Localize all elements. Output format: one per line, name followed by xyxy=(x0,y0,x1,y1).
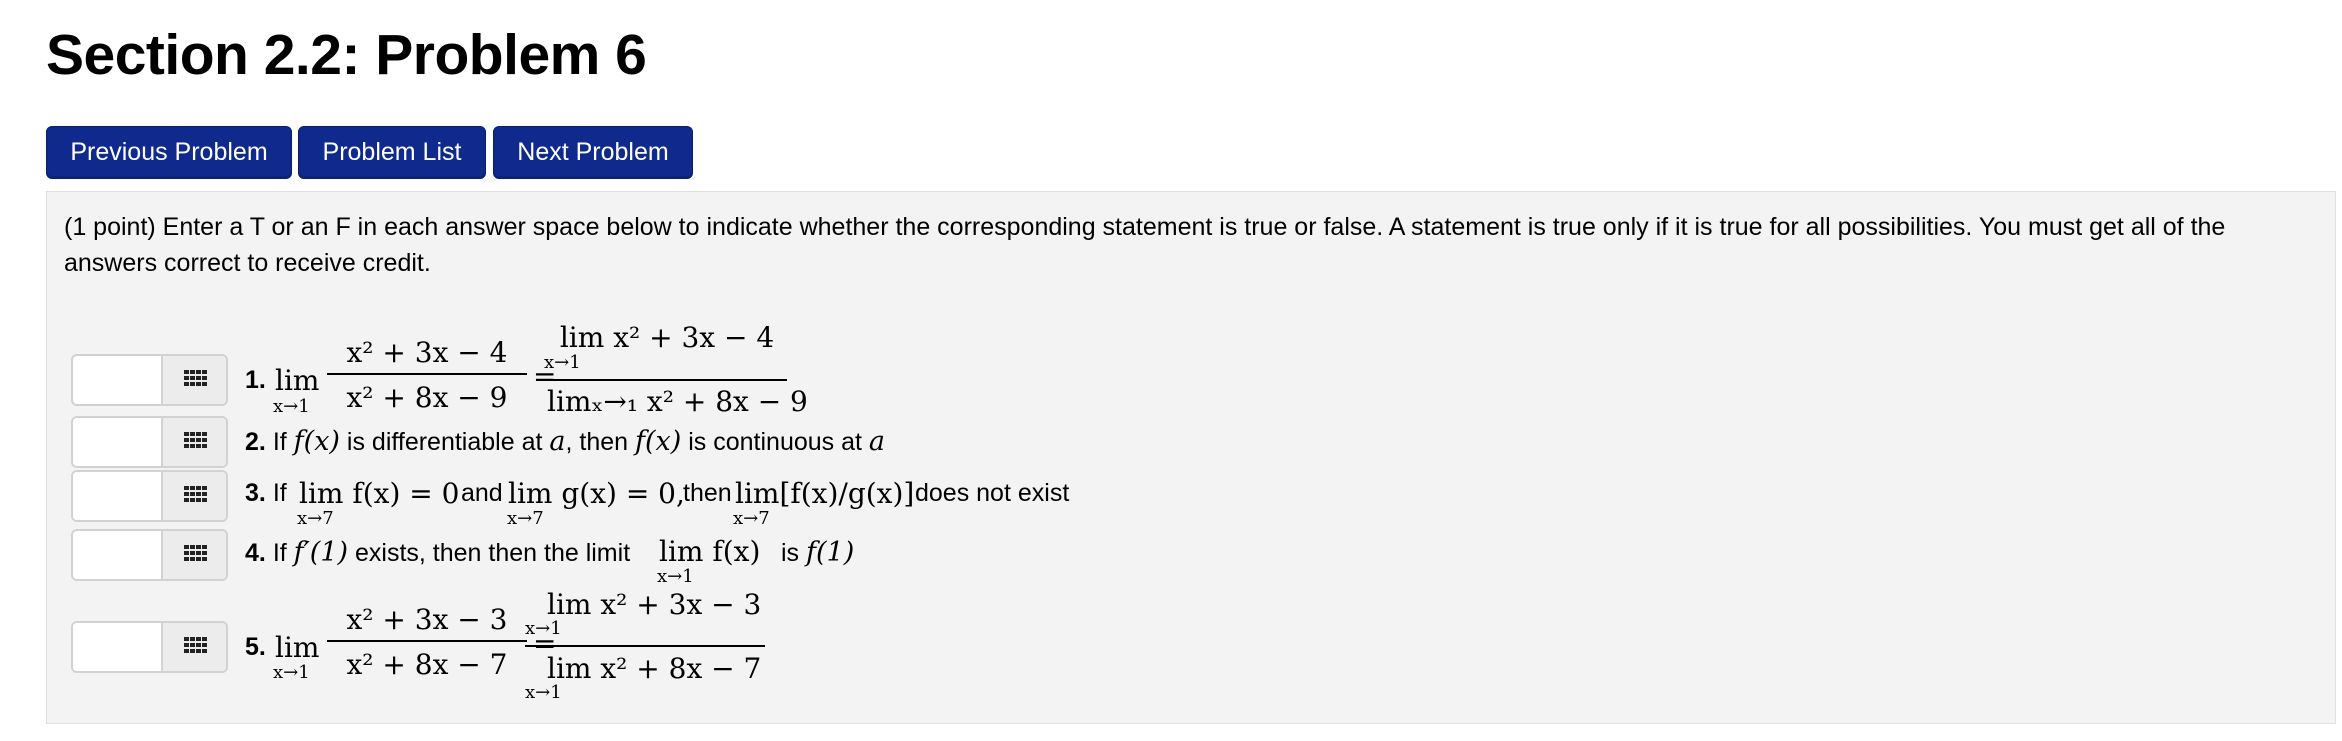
statement-text: is continuous at xyxy=(688,428,862,456)
grid-icon xyxy=(184,432,207,448)
rhs-limit-subscript: x→1 xyxy=(525,618,562,639)
answer-box-2 xyxy=(71,416,228,468)
statement-number: 4. xyxy=(245,539,266,567)
next-problem-button[interactable]: Next Problem xyxy=(493,126,693,179)
limit-expression-2: lim g(x) = 0, xyxy=(508,477,685,510)
fraction-bar xyxy=(327,373,527,375)
limit-subscript: x→1 xyxy=(657,566,694,587)
grid-icon xyxy=(184,637,207,653)
rhs-fraction-bar xyxy=(525,645,765,647)
rhs-denominator: lim x² + 8x − 7 xyxy=(547,652,761,685)
problem-list-button[interactable]: Problem List xyxy=(298,126,486,179)
statement-number: 2. xyxy=(245,428,266,456)
limit-subscript: x→1 xyxy=(273,662,310,683)
grid-icon xyxy=(184,486,207,502)
limit-expression-3: lim[f(x)/g(x)] xyxy=(735,477,915,510)
limit-expression-1: lim f(x) = 0 xyxy=(299,477,460,510)
math-expression: a xyxy=(549,426,566,457)
answer-input-1[interactable] xyxy=(73,356,161,404)
math-expression: f(x) xyxy=(635,426,682,457)
rhs-denominator-expr: x² + 8x − 7 xyxy=(600,652,762,685)
statement-text: does not exist xyxy=(915,479,1070,507)
rhs-fraction-bar xyxy=(547,379,787,381)
answer-picker-button-5[interactable] xyxy=(161,623,226,671)
statement-text: , then xyxy=(565,428,629,456)
problem-instructions: (1 point) Enter a T or an F in each answ… xyxy=(64,213,2226,277)
problem-panel: (1 point) Enter a T or an F in each answ… xyxy=(46,191,2336,724)
statement-text: exists, then then the limit xyxy=(355,539,631,567)
grid-icon xyxy=(184,545,207,561)
answer-box-4 xyxy=(71,529,228,581)
limit-expression: lim f(x) xyxy=(659,535,761,568)
rhs-limit-subscript: x→1 xyxy=(544,352,581,373)
answer-box-5 xyxy=(71,621,228,673)
limit-subscript: x→7 xyxy=(507,508,544,529)
rhs-numerator-expr: x² + 3x − 4 xyxy=(613,321,775,354)
answer-input-3[interactable] xyxy=(73,472,161,520)
rhs-numerator: lim x² + 3x − 4 xyxy=(547,321,787,354)
rhs-limit-symbol: lim xyxy=(559,321,605,354)
fraction-denominator: x² + 8x − 9 xyxy=(346,381,508,414)
fraction-numerator: x² + 3x − 3 xyxy=(346,603,508,636)
rhs-limit-symbol: lim xyxy=(547,588,592,621)
limit-symbol: lim xyxy=(275,631,320,664)
answer-input-2[interactable] xyxy=(73,418,161,466)
statement-text: is xyxy=(781,539,800,567)
limit-symbol: lim xyxy=(275,364,320,397)
statement-number: 1. xyxy=(245,366,266,394)
statement-text-row-end: is f(1) xyxy=(781,537,854,568)
statement-text: and xyxy=(461,479,503,507)
answer-input-5[interactable] xyxy=(73,623,161,671)
answer-picker-button-3[interactable] xyxy=(161,472,226,520)
grid-icon xyxy=(184,370,207,386)
rhs-numerator: lim x² + 3x − 3 xyxy=(547,588,761,621)
statement-text-row: 3. If xyxy=(245,479,287,508)
statement-text: If xyxy=(272,479,287,507)
rhs-numerator-expr: x² + 3x − 3 xyxy=(600,588,762,621)
rhs-limit-subscript: x→1 xyxy=(525,682,562,703)
statement-text: then xyxy=(683,479,732,507)
math-expression: a xyxy=(868,426,886,457)
limit-subscript: x→7 xyxy=(733,508,770,529)
answer-picker-button-4[interactable] xyxy=(161,531,226,579)
limit-subscript: x→7 xyxy=(297,508,334,529)
statement-text: If xyxy=(272,539,287,567)
fraction-denominator: x² + 8x − 7 xyxy=(346,648,508,681)
statement-2: 2. If f(x) is differentiable at a, then … xyxy=(245,426,885,457)
rhs-limit-symbol: lim xyxy=(547,652,592,685)
page-title: Section 2.2: Problem 6 xyxy=(46,23,647,87)
statement-text: If xyxy=(272,428,287,456)
math-expression: f(1) xyxy=(806,537,855,568)
statement-number: 5. xyxy=(245,633,266,661)
answer-picker-button-1[interactable] xyxy=(161,356,226,404)
answer-box-3 xyxy=(71,470,228,522)
answer-picker-button-2[interactable] xyxy=(161,418,226,466)
math-expression: f(x) xyxy=(293,426,340,457)
previous-problem-button[interactable]: Previous Problem xyxy=(46,126,292,179)
fraction-numerator: x² + 3x − 4 xyxy=(346,336,508,369)
limit-subscript: x→1 xyxy=(273,396,310,417)
answer-input-4[interactable] xyxy=(73,531,161,579)
fraction-bar xyxy=(327,640,527,642)
answer-box-1 xyxy=(71,354,228,406)
math-expression: f′(1) xyxy=(293,537,349,568)
rhs-denominator: limₓ→₁ x² + 8x − 9 xyxy=(547,385,808,418)
statement-text: is differentiable at xyxy=(346,428,543,456)
statement-text-row: 4. If f′(1) exists, then then the limit xyxy=(245,537,630,568)
statement-number: 3. xyxy=(245,479,266,507)
